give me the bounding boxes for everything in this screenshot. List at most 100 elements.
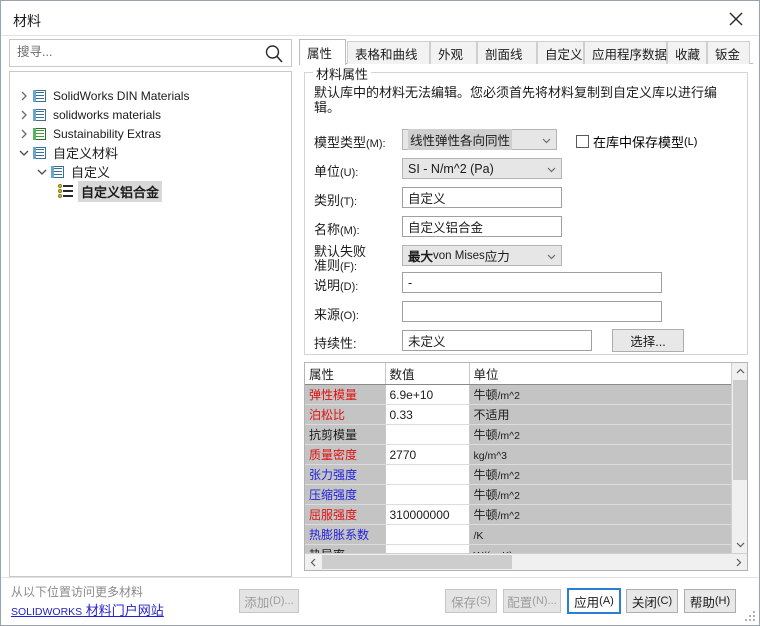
save-button[interactable]: 保存 (S) — [445, 589, 497, 613]
table-row[interactable]: 弹性模量 6.9e+10 牛顿/m^2 — [305, 384, 732, 405]
select-sustainability-button[interactable]: 选择... — [612, 329, 684, 352]
tree-item-custom-aluminum-alloy[interactable]: 自定义铝合金 — [10, 180, 291, 202]
property-value: 0.33 — [389, 407, 413, 422]
source-input[interactable] — [402, 301, 662, 322]
close-button[interactable]: 关闭 (C) — [626, 589, 678, 613]
property-value-cell[interactable] — [385, 424, 470, 445]
table-row[interactable]: 屈服强度 310000000 牛顿/m^2 — [305, 504, 732, 525]
material-tree[interactable]: SolidWorks DIN Materials solidworks mate… — [9, 71, 292, 577]
failure-criterion-value-end: 应力 — [484, 250, 510, 264]
chevron-right-icon[interactable] — [16, 110, 32, 120]
help-button[interactable]: 帮助 (H) — [684, 589, 736, 613]
tab-section-lines[interactable]: 剖面线 — [477, 41, 537, 64]
tree-item-label: 自定义 — [71, 165, 111, 180]
group-title: 材料属性 — [313, 64, 372, 83]
tree-item-custom-materials[interactable]: 自定义材料 — [10, 143, 291, 162]
units-value: SI - N/m^2 (Pa) — [408, 161, 494, 176]
category-input[interactable]: 自定义 — [402, 187, 562, 208]
property-unit: 牛顿 — [473, 488, 498, 502]
chevron-right-icon[interactable] — [16, 129, 32, 139]
checkbox-mnemonic: (L) — [684, 135, 698, 148]
tab-tables-curves[interactable]: 表格和曲线 — [347, 41, 430, 64]
description-value: - — [408, 275, 413, 290]
property-unit-suffix: /m^2 — [497, 390, 520, 402]
chevron-down-icon[interactable] — [34, 168, 50, 176]
failure-criterion-combo[interactable]: 最大 von Mises 应力 — [402, 245, 562, 266]
search-icon[interactable] — [264, 44, 284, 64]
sustainability-input[interactable]: 未定义 — [402, 330, 592, 351]
material-property-table[interactable]: 属性 数值 单位 弹性模量 6.9e+10 牛顿/m^2 泊松比 0.33 不适用 抗剪模量… — [304, 362, 748, 571]
add-button-mnemonic: (D)... — [269, 595, 294, 607]
sustainability-value: 未定义 — [408, 335, 446, 349]
tab-favorites[interactable]: 收藏 — [667, 41, 707, 64]
property-value-cell[interactable]: 310000000 — [385, 504, 470, 525]
table-row[interactable]: 泊松比 0.33 不适用 — [305, 404, 732, 425]
checkbox-box[interactable] — [576, 135, 589, 148]
property-value-cell[interactable] — [385, 524, 470, 545]
chevron-down-icon[interactable] — [546, 164, 557, 175]
folder-blue-icon — [32, 88, 48, 104]
name-input[interactable]: 自定义铝合金 — [402, 216, 562, 237]
table-vertical-scrollbar[interactable] — [731, 363, 747, 553]
solidworks-material-portal-link[interactable]: SOLIDWORKS 材料门户网站 — [11, 600, 164, 619]
field-sustainability: 持续性: 未定义 选择... — [314, 328, 744, 352]
table-horizontal-scrollbar[interactable] — [305, 553, 747, 570]
chevron-right-icon[interactable] — [16, 91, 32, 101]
tree-item-solidworks-materials[interactable]: solidworks materials — [10, 105, 291, 124]
configure-button-label: 配置 — [507, 595, 533, 610]
chevron-down-icon[interactable] — [541, 135, 552, 146]
tree-item-solidworks-din-materials[interactable]: SolidWorks DIN Materials — [10, 86, 291, 105]
tab-properties[interactable]: 属性 — [299, 39, 346, 65]
description-input[interactable]: - — [402, 272, 662, 293]
chevron-down-icon[interactable] — [546, 251, 557, 262]
link-prefix: SOLIDWORKS — [11, 606, 83, 618]
table-row[interactable]: 质量密度 2770 kg/m^3 — [305, 444, 732, 465]
table-row[interactable]: 抗剪模量 牛顿/m^2 — [305, 424, 732, 445]
search-box[interactable] — [9, 39, 292, 67]
tree-item-sustainability-extras[interactable]: Sustainability Extras — [10, 124, 291, 143]
property-unit-cell: kg/m^3 — [469, 444, 732, 465]
property-value-cell[interactable] — [385, 464, 470, 485]
table-header-row: 属性 数值 单位 — [305, 363, 732, 385]
scrollbar-thumb[interactable] — [322, 555, 512, 569]
configure-button[interactable]: 配置 (N)... — [503, 589, 561, 613]
tab-appearance[interactable]: 外观 — [430, 41, 477, 64]
table-row[interactable]: 热膨胀系数/K — [305, 524, 732, 545]
apply-button[interactable]: 应用 (A) — [567, 588, 621, 614]
resize-grip-icon[interactable] — [745, 611, 757, 623]
scroll-up-icon[interactable] — [732, 363, 747, 380]
scroll-left-icon[interactable] — [305, 554, 322, 570]
tab-app-data[interactable]: 应用程序数据 — [584, 41, 667, 64]
property-value-cell[interactable]: 0.33 — [385, 404, 470, 425]
close-icon[interactable] — [721, 7, 751, 31]
header-unit: 单位 — [469, 363, 732, 385]
folder-blue-icon — [32, 107, 48, 123]
scrollbar-thumb[interactable] — [733, 380, 747, 480]
table-row[interactable]: 张力强度 牛顿/m^2 — [305, 464, 732, 485]
property-value-cell[interactable] — [385, 484, 470, 505]
save-button-label: 保存 — [451, 595, 477, 610]
model-type-value: 线性弹性各向同性 — [408, 129, 513, 150]
scroll-down-icon[interactable] — [732, 536, 747, 553]
property-value-cell[interactable]: 6.9e+10 — [385, 384, 470, 405]
field-mnemonic: (T): — [340, 196, 358, 208]
property-value-cell[interactable]: 2770 — [385, 444, 470, 465]
add-button-label: 添加 — [244, 595, 270, 610]
scroll-right-icon[interactable] — [730, 554, 747, 570]
search-input[interactable] — [17, 45, 247, 59]
table-row[interactable]: 压缩强度 牛顿/m^2 — [305, 484, 732, 505]
add-button[interactable]: 添加 (D)... — [239, 589, 299, 613]
save-model-in-library-checkbox[interactable]: 在库中保存模型 (L) — [576, 132, 697, 151]
units-combo[interactable]: SI - N/m^2 (Pa) — [402, 158, 562, 179]
tab-custom[interactable]: 自定义 — [537, 41, 584, 64]
tab-sheet-metal[interactable]: 钣金 — [707, 41, 750, 64]
field-label: 模型类型 — [314, 135, 367, 150]
property-name-cell: 质量密度 — [305, 444, 386, 465]
property-unit-suffix: /K — [473, 529, 484, 542]
property-value: 310000000 — [389, 507, 450, 522]
chevron-down-icon[interactable] — [16, 149, 32, 157]
field-mnemonic: (D): — [340, 281, 359, 293]
tree-item-custom[interactable]: 自定义 — [10, 162, 291, 181]
property-name-cell: 抗剪模量 — [305, 424, 386, 445]
model-type-combo[interactable]: 线性弹性各向同性 — [402, 129, 557, 150]
